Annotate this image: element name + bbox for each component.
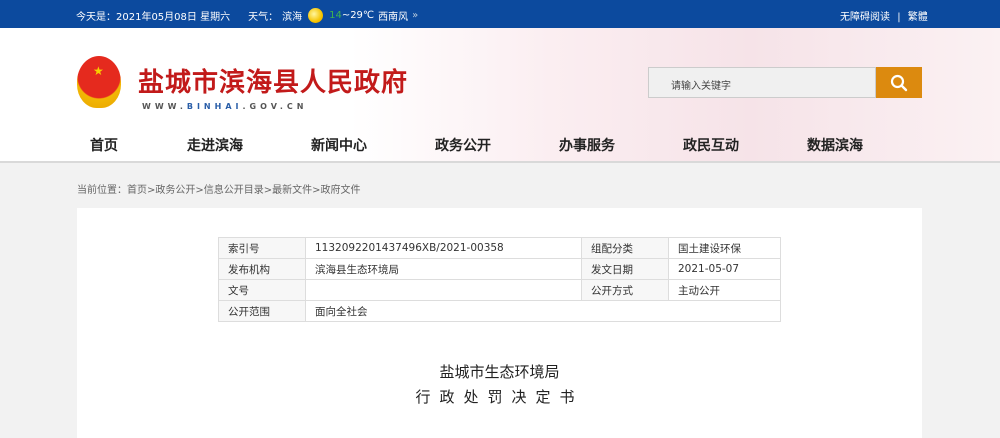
value-cell: 面向全社会: [305, 300, 781, 322]
value-cell: 2021-05-07: [668, 258, 781, 280]
value-cell: 1132092201437496XB/2021-00358: [305, 237, 582, 259]
separator: |: [897, 12, 901, 23]
table-row: 索引号 1132092201437496XB/2021-00358 组配分类 国土建设…: [218, 237, 781, 259]
date-text: 今天是：2021年05月08日 星期六: [76, 12, 231, 23]
table-row: 公开范围 面向全社会: [218, 300, 781, 322]
wind-text: 西南风: [378, 12, 409, 23]
value-cell: [305, 279, 582, 301]
breadcrumb[interactable]: 当前位置：首页>政务公开>信息公开目录>最新文件>政府文件: [77, 181, 361, 196]
nav-home[interactable]: 首页: [90, 135, 118, 155]
label-cell: 发文日期: [581, 258, 669, 280]
label-cell: 索引号: [218, 237, 306, 259]
nav-interaction[interactable]: 政民互动: [683, 135, 739, 155]
temp-low: 14: [329, 10, 342, 21]
temp-high: ~29℃: [341, 10, 375, 21]
value-cell: 滨海县生态环境局: [305, 258, 582, 280]
table-row: 发布机构 滨海县生态环境局 发文日期 2021-05-07: [218, 258, 781, 280]
document-org: 盐城市生态环境局: [439, 363, 560, 381]
table-row: 文号 公开方式 主动公开: [218, 279, 781, 301]
site-title[interactable]: 盐城市滨海县人民政府: [138, 62, 408, 99]
weather-label: 天气：: [248, 12, 279, 23]
traditional-chinese-link[interactable]: 繁體: [908, 12, 928, 23]
nav-data[interactable]: 数据滨海: [807, 135, 863, 155]
search-icon: [890, 74, 908, 91]
nav-services[interactable]: 办事服务: [559, 135, 615, 155]
value-cell: 国土建设环保: [668, 237, 781, 259]
sun-icon: [308, 8, 324, 23]
label-cell: 组配分类: [581, 237, 669, 259]
national-emblem-icon: ★: [77, 56, 121, 108]
top-bar: 今天是：2021年05月08日 星期六 天气： 滨海 14~29℃ 西南风 » …: [0, 0, 1000, 28]
search-input[interactable]: 请输入关键字: [648, 67, 876, 98]
label-cell: 公开方式: [581, 279, 669, 301]
site-header: ★ 盐城市滨海县人民政府 WWW.BINHAI.GOV.CN 请输入关键字 首页…: [0, 28, 1000, 163]
label-cell: 文号: [218, 279, 306, 301]
label-cell: 发布机构: [218, 258, 306, 280]
site-url: WWW.BINHAI.GOV.CN: [142, 102, 308, 111]
nav-news[interactable]: 新闻中心: [311, 135, 367, 155]
label-cell: 公开范围: [218, 300, 306, 322]
document-title: 行政处罚决定书: [415, 388, 584, 406]
nav-gov-info[interactable]: 政务公开: [435, 135, 491, 155]
value-cell: 主动公开: [668, 279, 781, 301]
nav-about[interactable]: 走进滨海: [187, 135, 243, 155]
weather-city: 滨海: [282, 12, 303, 23]
more-weather-icon[interactable]: »: [412, 10, 418, 21]
meta-table: 索引号 1132092201437496XB/2021-00358 组配分类 国土建设…: [218, 237, 781, 322]
content-panel: 索引号 1132092201437496XB/2021-00358 组配分类 国土建设…: [77, 208, 922, 438]
search-button[interactable]: [876, 67, 922, 98]
accessible-reading-link[interactable]: 无障碍阅读: [840, 12, 890, 23]
